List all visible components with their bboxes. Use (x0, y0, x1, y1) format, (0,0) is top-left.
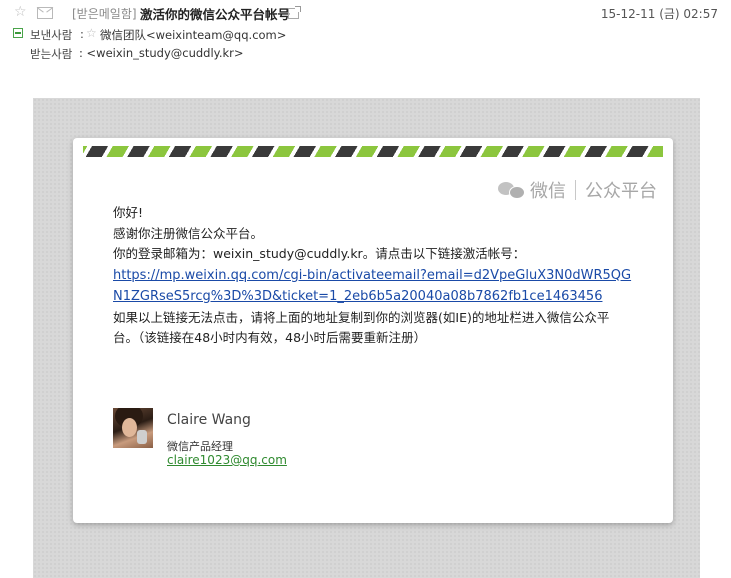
star-icon[interactable]: ☆ (14, 4, 27, 20)
thanks-line: 感谢你注册微信公众平台。 (113, 225, 264, 241)
signature: Claire Wang 微信产品经理 claire1023@qq.com (113, 408, 513, 478)
folder-label[interactable]: [받은메일함] (72, 5, 137, 22)
sender-row: 보낸사람 : ☆ 微信团队<weixinteam@qq.com> (0, 26, 731, 43)
mail-subject: 激活你的微信公众平台帐号 (140, 7, 291, 22)
recipient-row: 받는사람 : <weixin_study@cuddly.kr> (0, 46, 731, 62)
brand-divider (575, 180, 576, 200)
greeting: 你好! (113, 205, 144, 220)
mail-date: 15-12-11 (금) 02:57 (600, 7, 718, 21)
airmail-stripe (83, 146, 663, 157)
mail-header: ☆ [받은메일함] 激活你的微信公众平台帐号 15-12-11 (금) 02:5… (0, 0, 731, 86)
from-colon: : (80, 27, 84, 41)
sender-address[interactable]: 微信团队<weixinteam@qq.com> (100, 27, 286, 43)
login-email-line: 你的登录邮箱为：weixin_study@cuddly.kr。请点击以下链接激活… (113, 246, 526, 261)
open-new-window-icon[interactable] (288, 6, 301, 19)
email-message: 你好! 感谢你注册微信公众平台。 你的登录邮箱为：weixin_study@cu… (113, 203, 633, 349)
from-label: 보낸사람 (30, 28, 73, 42)
envelope-icon (37, 7, 53, 19)
recipient-address[interactable]: : <weixin_study@cuddly.kr> (79, 46, 244, 60)
wechat-brand: 微信 公众平台 (498, 175, 657, 205)
activation-link[interactable]: https://mp.weixin.qq.com/cgi-bin/activat… (113, 268, 631, 305)
email-body-background: 微信 公众平台 你好! 感谢你注册微信公众平台。 你的登录邮箱为：weixin_… (33, 98, 700, 578)
sender-star-icon[interactable]: ☆ (86, 26, 97, 40)
avatar (113, 408, 153, 448)
subject-row: ☆ [받은메일함] 激活你的微信公众平台帐号 15-12-11 (금) 02:5… (0, 4, 731, 22)
signature-name: Claire Wang (167, 412, 251, 428)
brand-subtitle: 公众平台 (585, 181, 657, 202)
brand-name: 微信 (530, 181, 566, 202)
email-card: 微信 公众平台 你好! 感谢你注册微信公众平台。 你的登录邮箱为：weixin_… (73, 138, 673, 523)
signature-title: 微信产品经理 (167, 440, 233, 453)
collapse-toggle-icon[interactable] (13, 28, 23, 38)
fallback-instructions: 如果以上链接无法点击，请将上面的地址复制到你的浏览器(如IE)的地址栏进入微信公… (113, 309, 610, 346)
wechat-logo-icon (498, 180, 525, 200)
to-label: 받는사람 (30, 47, 73, 61)
signature-email-link[interactable]: claire1023@qq.com (167, 453, 287, 467)
